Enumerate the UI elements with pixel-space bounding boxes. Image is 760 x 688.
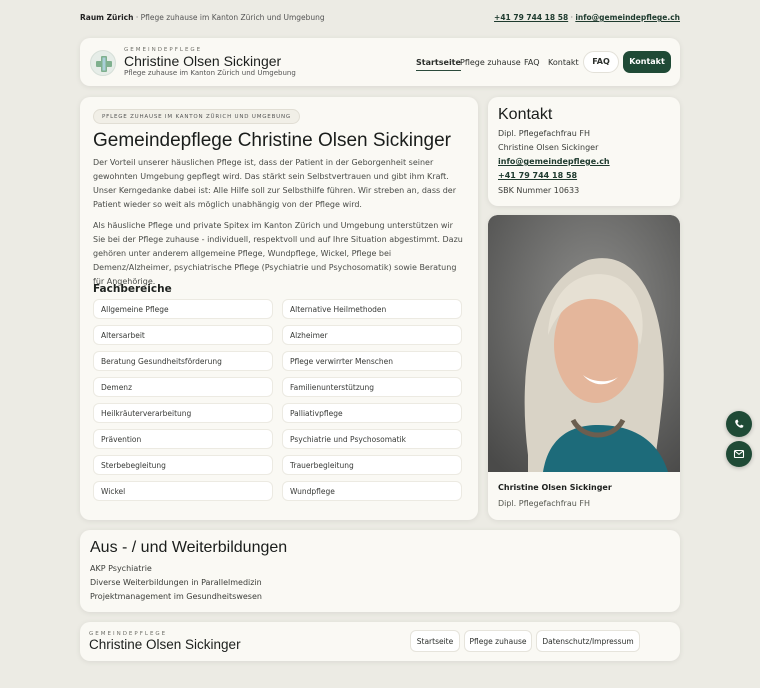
fachbereich-item: Prävention: [93, 429, 273, 449]
brand-name[interactable]: Christine Olsen Sickinger: [124, 53, 281, 69]
kontakt-name: Christine Olsen Sickinger: [498, 143, 599, 152]
intro-paragraph: Der Vorteil unserer häuslichen Pflege is…: [93, 158, 456, 209]
fachbereich-item: Sterbebegleitung: [93, 455, 273, 475]
education-item: AKP Psychiatrie: [90, 564, 152, 573]
nav-kontakt[interactable]: Kontakt: [548, 58, 579, 67]
kontakt-sbk: SBK Nummer 10633: [498, 186, 580, 195]
kontakt-title: Kontakt: [498, 106, 553, 123]
region-label: Raum Zürich: [80, 13, 134, 22]
services-paragraph: Als häusliche Pflege und private Spitex …: [93, 221, 463, 286]
fachbereich-item: Alternative Heilmethoden: [282, 299, 462, 319]
phone-fab-button[interactable]: [726, 411, 752, 437]
separator-dot: ·: [570, 13, 573, 22]
top-bar: Raum Zürich · Pflege zuhause im Kanton Z…: [80, 11, 680, 25]
mail-fab-button[interactable]: [726, 441, 752, 467]
top-email-link[interactable]: info@gemeindepflege.ch: [575, 13, 680, 22]
kontakt-email-link[interactable]: info@gemeindepflege.ch: [498, 157, 610, 166]
page-title: Gemeindepflege Christine Olsen Sickinger: [93, 130, 452, 151]
nav-pflege-zuhause[interactable]: Pflege zuhause: [460, 58, 521, 67]
main-content-card: PFLEGE ZUHAUSE IM KANTON ZÜRICH UND UMGE…: [80, 97, 478, 520]
mail-icon: [733, 449, 745, 459]
kontakt-phone-link[interactable]: +41 79 744 18 58: [498, 171, 577, 180]
portrait-name: Christine Olsen Sickinger: [498, 483, 612, 492]
fachbereich-item: Wickel: [93, 481, 273, 501]
kontakt-button[interactable]: Kontakt: [623, 51, 671, 73]
site-header: GEMEINDEPFLEGE Christine Olsen Sickinger…: [80, 38, 680, 86]
top-bar-right: +41 79 744 18 58 · info@gemeindepflege.c…: [494, 13, 680, 22]
nav-startseite[interactable]: Startseite: [416, 58, 461, 71]
phone-icon: [735, 419, 744, 428]
logo-icon[interactable]: [90, 50, 116, 76]
portrait-role: Dipl. Pflegefachfrau FH: [498, 499, 590, 508]
fachbereich-item: Beratung Gesundheitsförderung: [93, 351, 273, 371]
footer-link-datenschutz[interactable]: Datenschutz/Impressum: [536, 630, 640, 652]
fachbereich-item: Psychiatrie und Psychosomatik: [282, 429, 462, 449]
education-item: Projektmanagement im Gesundheitswesen: [90, 592, 262, 601]
brand-subtitle: Pflege zuhause im Kanton Zürich und Umge…: [124, 69, 296, 77]
fachbereich-item: Alzheimer: [282, 325, 462, 345]
fachbereich-item: Allgemeine Pflege: [93, 299, 273, 319]
education-title: Aus - / und Weiterbildungen: [90, 539, 288, 556]
fachbereich-item: Altersarbeit: [93, 325, 273, 345]
top-phone-link[interactable]: +41 79 744 18 58: [494, 13, 568, 22]
fachbereich-item: Demenz: [93, 377, 273, 397]
fachbereich-item: Familienunterstützung: [282, 377, 462, 397]
top-tagline: Pflege zuhause im Kanton Zürich und Umge…: [140, 13, 325, 22]
education-card: Aus - / und Weiterbildungen AKP Psychiat…: [80, 530, 680, 612]
footer-link-startseite[interactable]: Startseite: [410, 630, 460, 652]
fachbereich-item: Palliativpflege: [282, 403, 462, 423]
kontakt-role: Dipl. Pflegefachfrau FH: [498, 129, 590, 138]
site-footer: GEMEINDEPFLEGE Christine Olsen Sickinger…: [80, 622, 680, 661]
education-item: Diverse Weiterbildungen in Parallelmediz…: [90, 578, 262, 587]
separator: ·: [135, 13, 139, 22]
nav-faq[interactable]: FAQ: [524, 58, 540, 67]
fachbereich-item: Wundpflege: [282, 481, 462, 501]
fachbereich-item: Trauerbegleitung: [282, 455, 462, 475]
top-bar-left: Raum Zürich · Pflege zuhause im Kanton Z…: [80, 13, 325, 22]
fachbereich-item: Heilkräuterverarbeitung: [93, 403, 273, 423]
footer-link-pflege-zuhause[interactable]: Pflege zuhause: [464, 630, 532, 652]
fachbereich-item: Pflege verwirrter Menschen: [282, 351, 462, 371]
portrait-card: Christine Olsen Sickinger Dipl. Pflegefa…: [488, 215, 680, 520]
fachbereiche-heading: Fachbereiche: [93, 283, 172, 295]
faq-button[interactable]: FAQ: [583, 51, 619, 73]
region-badge: PFLEGE ZUHAUSE IM KANTON ZÜRICH UND UMGE…: [93, 109, 300, 124]
footer-brand-name[interactable]: Christine Olsen Sickinger: [89, 637, 241, 652]
kontakt-card: Kontakt Dipl. Pflegefachfrau FH Christin…: [488, 97, 680, 206]
portrait-photo: [488, 215, 680, 472]
